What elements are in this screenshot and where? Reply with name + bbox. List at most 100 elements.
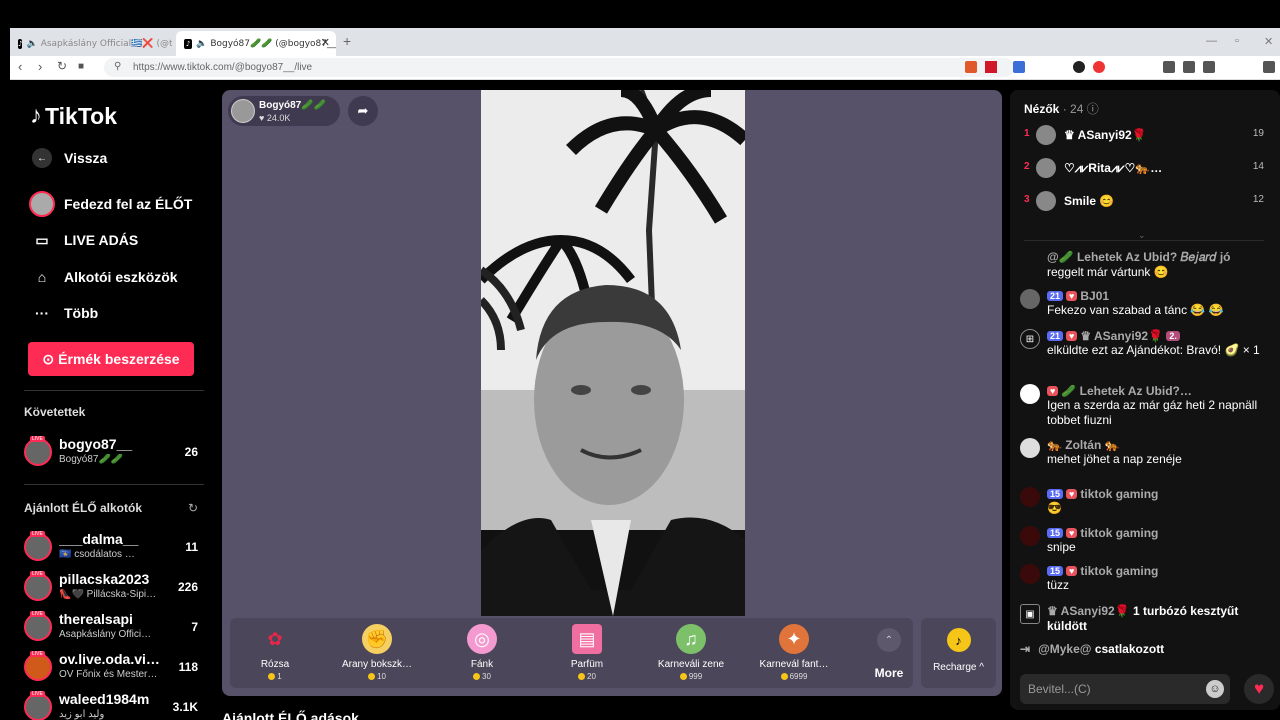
avatar	[1020, 564, 1040, 584]
gift-price: 999	[646, 672, 736, 681]
gift-price: 30	[437, 672, 527, 681]
live-player: Bogyó87🥒🥒 ♥ 24.0K ➦ ✿ Rózsa 1 ✊ Arany bo…	[222, 90, 1002, 696]
gift-item[interactable]: ✊ Arany bokszk… 10	[332, 624, 422, 684]
speaker-icon: 🔈	[196, 38, 208, 49]
get-coins-button[interactable]: ⊙ Érmék beszerzése	[28, 342, 194, 376]
chat-message: 21 ♥ BJ01 Fekezo van szabad a tánc 😂 😂	[1020, 289, 1270, 318]
account-sub: Asapkáslány Offici…	[59, 629, 152, 640]
host-name: Bogyó87🥒🥒	[259, 100, 327, 111]
price-value: 20	[587, 672, 596, 681]
back-icon[interactable]: ‹	[18, 59, 22, 74]
live-badge: LIVE	[30, 651, 45, 657]
video-stream[interactable]	[481, 90, 745, 616]
viewers-header[interactable]: Nézők · 24 ⓘ	[1024, 100, 1099, 117]
message-author: tiktok gaming	[1080, 526, 1159, 540]
close-window-icon[interactable]: ✕	[1264, 35, 1273, 48]
chat-input[interactable]: Bevitel...(C) ☺	[1020, 674, 1230, 704]
gift-name: Arany bokszk…	[341, 659, 413, 670]
suggested-account[interactable]: LIVE therealsapi Asapkáslány Offici… 7	[24, 611, 204, 645]
suggested-account[interactable]: LIVE ___dalma__ 🇽🇰 csodálatos … 11	[24, 531, 204, 565]
new-tab-button[interactable]: +	[343, 33, 351, 49]
menu-label: LIVE ADÁS	[64, 232, 139, 248]
enter-icon: ⇥	[1020, 642, 1031, 656]
viewer-name: ♡⩘⩗Rita⩘⩗♡🐅…	[1064, 161, 1163, 175]
extension-icon[interactable]	[1013, 61, 1025, 73]
sidebar-icon[interactable]	[1183, 61, 1195, 73]
suggested-account[interactable]: LIVE pillacska2023 👠🖤 Pillácska-Sipi… 226	[24, 571, 204, 605]
join-notice: ⇥ @Myke@ csatlakozott	[1020, 642, 1164, 656]
reload-icon[interactable]: ↻	[57, 59, 67, 73]
avatar	[1036, 191, 1056, 211]
message-author: @🥒 Lehetek Az Ubid? 𝐵𝑒𝑗𝑎𝑟𝑑 jó	[1047, 250, 1231, 264]
avatar: LIVE	[24, 651, 52, 681]
perfume-icon: ▤	[572, 624, 602, 654]
brave-shield-icon[interactable]	[965, 61, 977, 73]
gift-item[interactable]: ✿ Rózsa 1	[230, 624, 320, 684]
suggested-account[interactable]: LIVE ov.live.oda.vi… OV Főnix és Mester… 11…	[24, 651, 204, 685]
bookmark-icon[interactable]: ■	[78, 61, 84, 72]
top-viewer[interactable]: 1 ♛ ASanyi92🌹 19	[1024, 124, 1264, 146]
tiktok-logo[interactable]: ♪ TikTok	[30, 102, 117, 130]
recharge-button[interactable]: ♪ Recharge ^	[921, 618, 996, 688]
menu-icon[interactable]	[1263, 61, 1275, 73]
coin-icon	[679, 673, 687, 681]
gift-item[interactable]: ▤ Parfüm 20	[542, 624, 632, 684]
gift-price: 10	[332, 672, 422, 681]
menu-explore-live[interactable]: Fedezd fel az ÉLŐT	[29, 191, 193, 217]
more-label: More	[874, 666, 904, 680]
gift-name: Karneváli zene	[657, 659, 725, 670]
extension-icon[interactable]	[1093, 61, 1105, 73]
refresh-icon[interactable]: ↻	[188, 501, 198, 515]
rank-number: 2	[1024, 161, 1030, 172]
url-text: https://www.tiktok.com/@bogyo87__/live	[133, 62, 313, 73]
message-author: ♛ ASanyi92🌹	[1047, 604, 1130, 618]
coin-icon: ⊙	[42, 350, 55, 367]
menu-back[interactable]: ← Vissza	[32, 148, 107, 168]
media-icon[interactable]	[1163, 61, 1175, 73]
like-heart-button[interactable]: ♥	[1244, 674, 1274, 704]
likes-count: 24.0K	[266, 113, 291, 123]
coin-icon	[473, 673, 481, 681]
top-viewer[interactable]: 2 ♡⩘⩗Rita⩘⩗♡🐅… 14	[1024, 157, 1264, 179]
gift-item[interactable]: ♫ Karneváli zene 999	[646, 624, 736, 684]
minimize-icon[interactable]: —	[1206, 35, 1217, 47]
browser-tab-2[interactable]: ♪ 🔈 Bogyó87🥒🥒 (@bogyo87__ ✕	[176, 31, 336, 56]
url-field[interactable]: ⚲ https://www.tiktok.com/@bogyo87__/live	[104, 58, 1014, 77]
menu-live-studio[interactable]: ▭ LIVE ADÁS	[32, 230, 138, 250]
share-arrow-icon: ➦	[357, 103, 369, 118]
host-info[interactable]: Bogyó87🥒🥒 ♥ 24.0K	[228, 96, 340, 126]
message-header: 15 ♥ tiktok gaming	[1047, 526, 1270, 540]
address-bar-area: ‹ › ↻ ■ ⚲ https://www.tiktok.com/@bogyo87…	[10, 56, 1280, 80]
chat-panel: Nézők · 24 ⓘ 1 ♛ ASanyi92🌹 19 2 ♡⩘⩗Rita⩘⩗♡🐅…	[1010, 90, 1280, 710]
forward-icon[interactable]: ›	[38, 59, 42, 74]
menu-more[interactable]: ··· Több	[32, 303, 98, 323]
account-sub: وليد ابو زيد	[59, 709, 105, 720]
avatar: LIVE	[24, 691, 52, 720]
gift-item[interactable]: ✦ Karnevál fant… 6999	[749, 624, 839, 684]
emoji-icon[interactable]: ☺	[1206, 680, 1224, 698]
following-account[interactable]: LIVE bogyo87__ Bogyó87🥒🥒 26	[24, 436, 204, 470]
more-gifts-button[interactable]: ⌃ More	[866, 628, 912, 680]
browser-tab-1[interactable]: ♪🔈Asapkáslány Official🇬🇷❌ (@the…	[10, 31, 172, 56]
chat-message: ♥ 🥒 Lehetek Az Ubid?… Igen a szerda az már…	[1020, 384, 1270, 428]
share-button[interactable]: ➦	[348, 96, 378, 126]
gift-name: Fánk	[470, 659, 494, 670]
avatar	[1020, 487, 1040, 507]
wallet-icon[interactable]	[1203, 61, 1215, 73]
top-viewer[interactable]: 3 Smile 😊 12	[1024, 190, 1264, 212]
chat-message: ⊞ 21 ♥ ♛ ASanyi92🌹 2. elküldte ezt az Ajándé…	[1020, 329, 1270, 358]
live-badge: LIVE	[30, 531, 45, 537]
suggested-account[interactable]: LIVE waleed1984m وليد ابو زيد 3.1K	[24, 691, 204, 720]
menu-label: Fedezd fel az ÉLŐT	[64, 196, 193, 212]
avatar	[1020, 289, 1040, 309]
extension-icon[interactable]	[1073, 61, 1085, 73]
menu-creator-tools[interactable]: ⌂ Alkotói eszközök	[32, 267, 178, 287]
creator-icon: ⌂	[37, 269, 47, 285]
tiktok-page: ♪ TikTok ← Vissza Fedezd fel az ÉLŐT ▭ LIVE…	[10, 80, 1280, 720]
maximize-icon[interactable]: ▫	[1235, 35, 1239, 47]
rewards-icon[interactable]	[985, 61, 997, 73]
close-tab-icon[interactable]: ✕	[321, 36, 330, 49]
gift-item[interactable]: ◎ Fánk 30	[437, 624, 527, 684]
gift-name: Karnevál fant…	[759, 659, 829, 670]
account-sub: 🇽🇰 csodálatos …	[59, 549, 135, 560]
